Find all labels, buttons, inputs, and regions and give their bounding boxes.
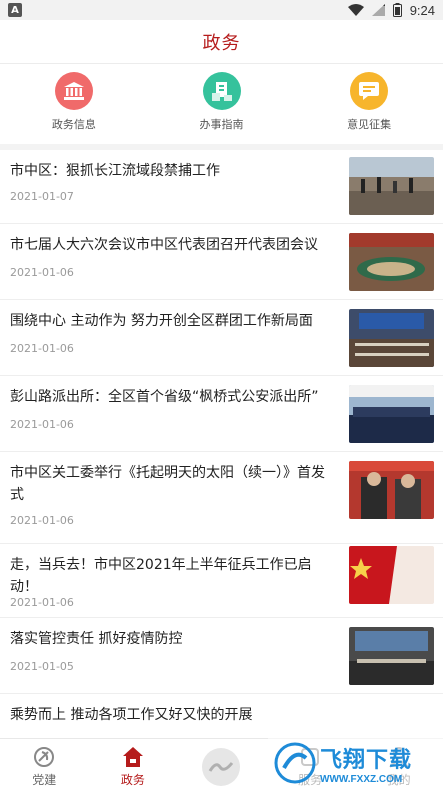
news-date: 2021-01-07	[10, 190, 74, 203]
quick-entry-guide[interactable]: 办事指南	[148, 64, 296, 144]
news-title: 乘势而上 推动各项工作又好又快的开展	[10, 707, 253, 723]
news-item[interactable]: 走，当兵去！市中区2021年上半年征兵工作已启动！ 2021-01-06	[0, 544, 443, 618]
party-emblem-icon	[34, 746, 55, 767]
guide-book-icon	[202, 72, 241, 110]
news-date: 2021-01-06	[10, 596, 74, 609]
quick-entry-feedback[interactable]: 意见征集	[295, 64, 443, 144]
news-thumbnail	[349, 627, 434, 685]
nav-center-logo[interactable]	[177, 739, 266, 794]
status-icons: 9:24	[347, 2, 435, 18]
news-item[interactable]: 落实管控责任 抓好疫情防控 2021-01-05	[0, 618, 443, 694]
news-title: 落实管控责任 抓好疫情防控	[10, 631, 183, 647]
news-thumbnail	[349, 233, 434, 291]
news-title: 围绕中心 主动作为 努力开创全区群团工作新局面	[10, 313, 313, 329]
battery-icon	[392, 3, 402, 17]
news-item[interactable]: 围绕中心 主动作为 努力开创全区群团工作新局面 2021-01-06	[0, 300, 443, 376]
status-bar: A 9:24	[0, 0, 443, 20]
nav-government-affairs[interactable]: 政务	[89, 739, 178, 794]
news-thumbnail	[349, 546, 434, 604]
news-title: 走，当兵去！市中区2021年上半年征兵工作已启动！	[10, 557, 312, 595]
news-date: 2021-01-06	[10, 418, 74, 431]
nav-label: 政务	[120, 772, 145, 787]
news-item[interactable]: 彭山路派出所：全区首个省级“枫桥式公安派出所” 2021-01-06	[0, 376, 443, 452]
watermark-logo-icon	[274, 742, 316, 784]
quick-entry-label: 政务信息	[51, 118, 96, 131]
wifi-icon	[347, 4, 364, 16]
clock: 9:24	[409, 2, 435, 18]
center-logo-icon	[202, 747, 241, 786]
news-date: 2021-01-06	[10, 514, 74, 527]
app-notification-icon: A	[8, 3, 22, 17]
news-date: 2021-01-06	[10, 266, 74, 279]
news-thumbnail	[349, 461, 434, 519]
app-header: 政务	[0, 20, 443, 64]
signal-icon	[371, 4, 385, 16]
nav-party-building[interactable]: 党建	[0, 739, 89, 794]
news-title: 市七届人大六次会议市中区代表团召开代表团会议	[10, 237, 318, 253]
watermark-url: WWW.FXXZ.COM	[320, 773, 403, 785]
watermark-text: 飞翔下载	[320, 746, 413, 772]
news-thumbnail	[349, 385, 434, 443]
news-title: 市中区：狠抓长江流域段禁捕工作	[10, 163, 220, 179]
site-watermark: 飞翔下载 WWW.FXXZ.COM	[268, 732, 443, 794]
feedback-icon	[350, 72, 389, 110]
page-title: 政务	[202, 32, 241, 54]
news-item[interactable]: 市中区关工委举行《托起明天的太阳（续一）》首发式 2021-01-06	[0, 452, 443, 544]
news-title: 市中区关工委举行《托起明天的太阳（续一）》首发式	[10, 465, 325, 503]
quick-entry-label: 意见征集	[347, 118, 392, 131]
bank-icon	[54, 72, 93, 110]
news-title: 彭山路派出所：全区首个省级“枫桥式公安派出所”	[10, 389, 319, 405]
quick-entry-bar: 政务信息 办事指南 意见征集	[0, 64, 443, 144]
news-date: 2021-01-05	[10, 660, 74, 673]
news-date: 2021-01-06	[10, 342, 74, 355]
news-thumbnail	[349, 157, 434, 215]
news-thumbnail	[349, 309, 434, 367]
nav-label: 党建	[32, 772, 57, 787]
news-item[interactable]: 市七届人大六次会议市中区代表团召开代表团会议 2021-01-06	[0, 224, 443, 300]
quick-entry-gov-info[interactable]: 政务信息	[0, 64, 148, 144]
news-item[interactable]: 市中区：狠抓长江流域段禁捕工作 2021-01-07	[0, 150, 443, 224]
home-icon	[122, 746, 143, 767]
quick-entry-label: 办事指南	[199, 118, 244, 131]
